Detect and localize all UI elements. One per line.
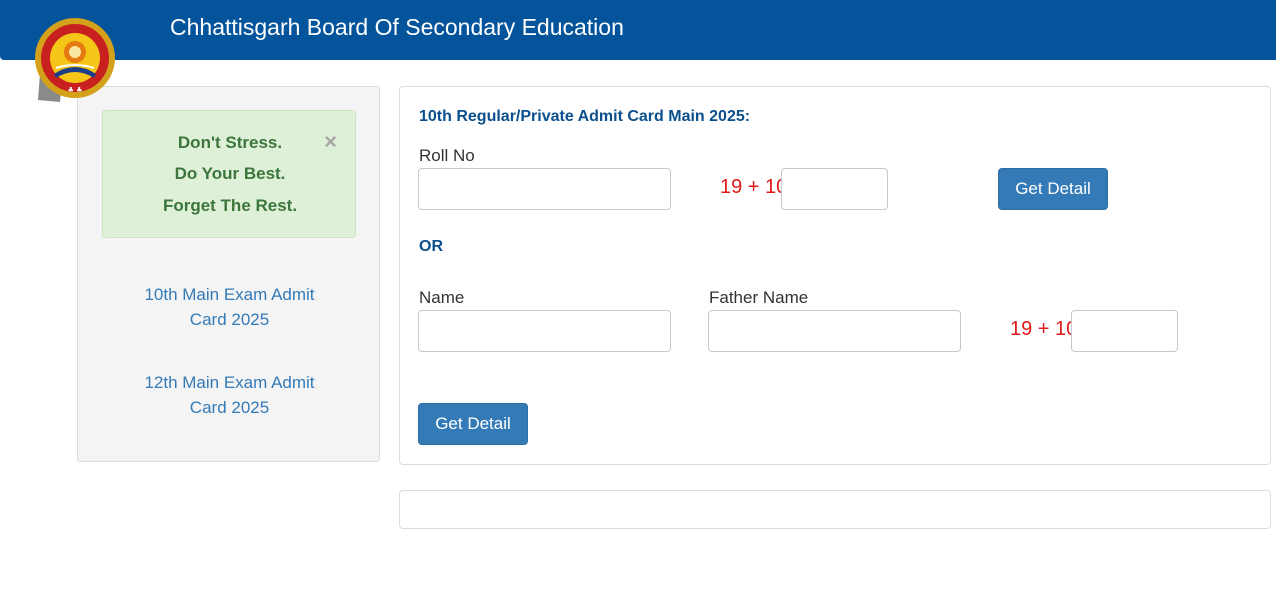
motivation-alert: Don't Stress. Do Your Best. Forget The R… <box>102 110 356 238</box>
roll-no-input[interactable] <box>418 168 671 210</box>
roll-no-label: Roll No <box>419 146 475 165</box>
father-name-input[interactable] <box>708 310 961 352</box>
admit-card-form-panel: 10th Regular/Private Admit Card Main 202… <box>399 86 1271 465</box>
captcha-answer-input-2[interactable] <box>1071 310 1178 352</box>
captcha-answer-input-1[interactable] <box>781 168 888 210</box>
father-name-label: Father Name <box>709 288 809 307</box>
link-line-2: Card 2025 <box>189 398 270 417</box>
site-title: Chhattisgarh Board Of Secondary Educatio… <box>170 14 624 40</box>
result-panel <box>399 490 1271 529</box>
or-separator: OR <box>419 238 443 255</box>
svg-text:♣ ♣: ♣ ♣ <box>68 86 83 94</box>
captcha-question-2: 19 + 10 <box>1010 318 1072 340</box>
site-header: Chhattisgarh Board Of Secondary Educatio… <box>0 0 1276 60</box>
link-line-2: Card 2025 <box>189 310 270 329</box>
alert-line-3: Forget The Rest. <box>162 196 298 215</box>
name-label: Name <box>419 288 465 307</box>
get-detail-button-roll[interactable]: Get Detail <box>998 168 1108 210</box>
captcha-question-1: 19 + 10 <box>720 176 782 198</box>
board-logo-icon: ♣ ♣ <box>35 18 115 102</box>
sidebar-link-10th-admit-card[interactable]: 10th Main Exam Admit Card 2025 <box>78 282 381 332</box>
alert-line-1: Don't Stress. <box>177 133 283 152</box>
link-line-1: 12th Main Exam Admit <box>144 373 315 392</box>
get-detail-button-name[interactable]: Get Detail <box>418 403 528 445</box>
alert-line-2: Do Your Best. <box>174 164 286 183</box>
form-heading: 10th Regular/Private Admit Card Main 202… <box>419 108 751 125</box>
sidebar: Don't Stress. Do Your Best. Forget The R… <box>77 86 380 462</box>
link-line-1: 10th Main Exam Admit <box>144 285 315 304</box>
name-input[interactable] <box>418 310 671 352</box>
close-icon[interactable]: × <box>324 131 337 153</box>
sidebar-link-12th-admit-card[interactable]: 12th Main Exam Admit Card 2025 <box>78 370 381 420</box>
